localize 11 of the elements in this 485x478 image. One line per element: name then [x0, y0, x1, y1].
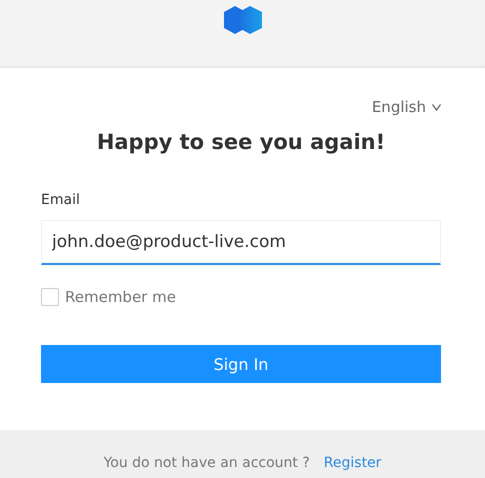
no-account-text: You do not have an account ? [104, 455, 310, 471]
sign-in-button[interactable]: Sign In [41, 345, 441, 383]
page-heading: Happy to see you again! [96, 130, 386, 154]
language-selector[interactable]: English [372, 98, 441, 116]
checkbox[interactable] [41, 288, 59, 306]
register-link[interactable]: Register [324, 455, 382, 471]
chevron-down-icon [432, 104, 441, 110]
email-label: Email [41, 192, 81, 208]
remember-me-label: Remember me [65, 288, 176, 306]
logo-icon [222, 5, 264, 35]
email-field[interactable]: john.doe@product-live.com [41, 220, 441, 265]
